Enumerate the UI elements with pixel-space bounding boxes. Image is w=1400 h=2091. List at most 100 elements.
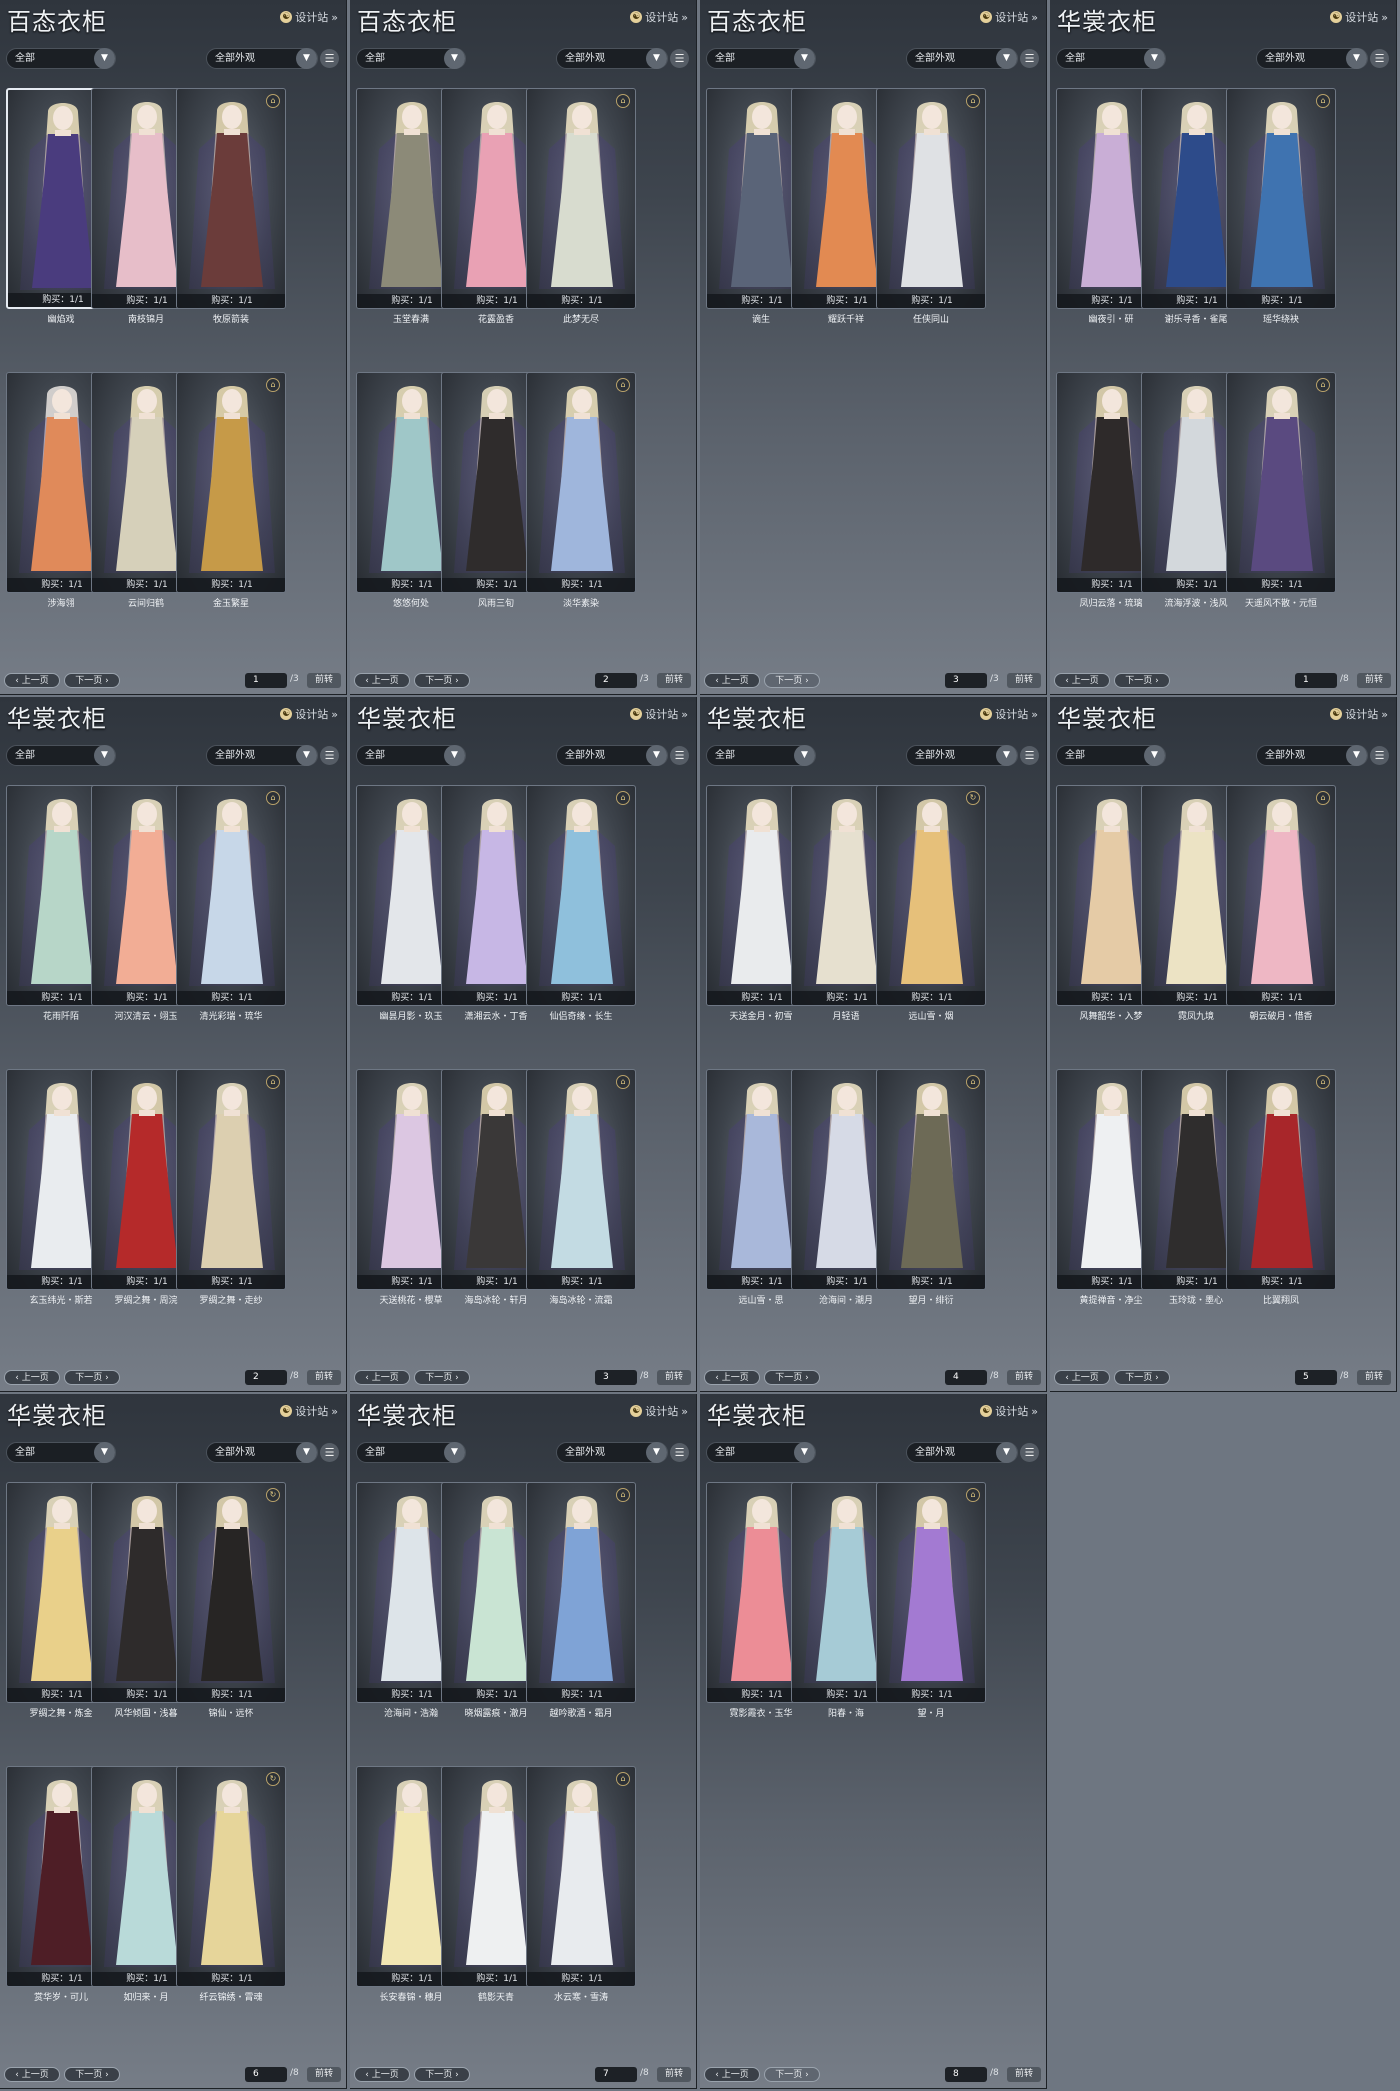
filter-icon[interactable]: ☰ <box>320 746 339 765</box>
design-station-link[interactable]: ☯ 设计站» <box>630 9 688 25</box>
outfit-card[interactable]: ⌂ 购买：1/1 金玉繁星 <box>176 372 286 609</box>
prev-page-button[interactable]: ‹ 上一页 <box>4 673 60 688</box>
design-station-link[interactable]: ☯ 设计站» <box>1330 706 1388 722</box>
lock-icon[interactable]: ⌂ <box>966 94 980 108</box>
appearance-dropdown[interactable]: 全部外观 ▼ <box>556 1442 668 1463</box>
outfit-card[interactable]: ⌂ 购买：1/1 望・月 <box>876 1482 986 1719</box>
lock-icon[interactable]: ⌂ <box>616 791 630 805</box>
prev-page-button[interactable]: ‹ 上一页 <box>704 1370 760 1385</box>
page-number-input[interactable]: 2 <box>245 1370 287 1385</box>
next-page-button[interactable]: 下一页 › <box>414 2067 470 2082</box>
filter-icon[interactable]: ☰ <box>1020 746 1039 765</box>
outfit-card[interactable]: ⌂ 购买：1/1 此梦无尽 <box>526 88 636 325</box>
filter-icon[interactable]: ☰ <box>1020 1443 1039 1462</box>
page-number-input[interactable]: 3 <box>595 1370 637 1385</box>
prev-page-button[interactable]: ‹ 上一页 <box>354 1370 410 1385</box>
category-dropdown[interactable]: 全部 ▼ <box>706 745 816 766</box>
prev-page-button[interactable]: ‹ 上一页 <box>1054 1370 1110 1385</box>
next-page-button[interactable]: 下一页 › <box>414 1370 470 1385</box>
lock-icon[interactable]: ⌂ <box>616 1488 630 1502</box>
outfit-card[interactable]: ↻ 购买：1/1 锦仙・远怀 <box>176 1482 286 1719</box>
page-number-input[interactable]: 3 <box>945 673 987 688</box>
outfit-card[interactable]: ⌂ 购买：1/1 海岛冰轮・流霜 <box>526 1069 636 1306</box>
lock-icon[interactable]: ⌂ <box>266 1075 280 1089</box>
category-dropdown[interactable]: 全部 ▼ <box>356 48 466 69</box>
next-page-button[interactable]: 下一页 › <box>414 673 470 688</box>
prev-page-button[interactable]: ‹ 上一页 <box>354 673 410 688</box>
outfit-card[interactable]: ↻ 购买：1/1 纤云锦绣・霄魂 <box>176 1766 286 2003</box>
category-dropdown[interactable]: 全部 ▼ <box>6 1442 116 1463</box>
category-dropdown[interactable]: 全部 ▼ <box>706 1442 816 1463</box>
outfit-card[interactable]: ⌂ 购买：1/1 任侠同山 <box>876 88 986 325</box>
lock-icon[interactable]: ⌂ <box>1316 378 1330 392</box>
next-page-button[interactable]: 下一页 › <box>64 2067 120 2082</box>
lock-icon[interactable]: ⌂ <box>616 94 630 108</box>
page-number-input[interactable]: 1 <box>1295 673 1337 688</box>
jump-button[interactable]: 前转 <box>307 673 341 688</box>
prev-page-button[interactable]: ‹ 上一页 <box>704 2067 760 2082</box>
design-station-link[interactable]: ☯ 设计站» <box>980 9 1038 25</box>
jump-button[interactable]: 前转 <box>657 1370 691 1385</box>
appearance-dropdown[interactable]: 全部外观 ▼ <box>1256 48 1368 69</box>
refresh-icon[interactable]: ↻ <box>266 1772 280 1786</box>
prev-page-button[interactable]: ‹ 上一页 <box>4 2067 60 2082</box>
filter-icon[interactable]: ☰ <box>320 49 339 68</box>
lock-icon[interactable]: ⌂ <box>966 1075 980 1089</box>
appearance-dropdown[interactable]: 全部外观 ▼ <box>906 745 1018 766</box>
design-station-link[interactable]: ☯ 设计站» <box>980 1403 1038 1419</box>
filter-icon[interactable]: ☰ <box>1020 49 1039 68</box>
category-dropdown[interactable]: 全部 ▼ <box>706 48 816 69</box>
lock-icon[interactable]: ⌂ <box>1316 791 1330 805</box>
filter-icon[interactable]: ☰ <box>1370 49 1389 68</box>
lock-icon[interactable]: ⌂ <box>616 1075 630 1089</box>
next-page-button[interactable]: 下一页 › <box>64 673 120 688</box>
lock-icon[interactable]: ⌂ <box>616 378 630 392</box>
category-dropdown[interactable]: 全部 ▼ <box>6 48 116 69</box>
design-station-link[interactable]: ☯ 设计站» <box>280 706 338 722</box>
appearance-dropdown[interactable]: 全部外观 ▼ <box>206 745 318 766</box>
jump-button[interactable]: 前转 <box>1007 2067 1041 2082</box>
design-station-link[interactable]: ☯ 设计站» <box>980 706 1038 722</box>
page-number-input[interactable]: 5 <box>1295 1370 1337 1385</box>
outfit-card[interactable]: ⌂ 购买：1/1 瑶华绕袂 <box>1226 88 1336 325</box>
page-number-input[interactable]: 7 <box>595 2067 637 2082</box>
category-dropdown[interactable]: 全部 ▼ <box>1056 745 1166 766</box>
jump-button[interactable]: 前转 <box>307 2067 341 2082</box>
outfit-card[interactable]: ⌂ 购买：1/1 越吟歌酒・霜月 <box>526 1482 636 1719</box>
design-station-link[interactable]: ☯ 设计站» <box>630 1403 688 1419</box>
lock-icon[interactable]: ⌂ <box>616 1772 630 1786</box>
lock-icon[interactable]: ⌂ <box>266 791 280 805</box>
category-dropdown[interactable]: 全部 ▼ <box>1056 48 1166 69</box>
next-page-button[interactable]: 下一页 › <box>764 2067 820 2082</box>
outfit-card[interactable]: ⌂ 购买：1/1 水云寒・雪涛 <box>526 1766 636 2003</box>
prev-page-button[interactable]: ‹ 上一页 <box>354 2067 410 2082</box>
filter-icon[interactable]: ☰ <box>320 1443 339 1462</box>
appearance-dropdown[interactable]: 全部外观 ▼ <box>206 48 318 69</box>
appearance-dropdown[interactable]: 全部外观 ▼ <box>1256 745 1368 766</box>
page-number-input[interactable]: 8 <box>945 2067 987 2082</box>
jump-button[interactable]: 前转 <box>657 673 691 688</box>
category-dropdown[interactable]: 全部 ▼ <box>356 1442 466 1463</box>
jump-button[interactable]: 前转 <box>1007 673 1041 688</box>
outfit-card[interactable]: ⌂ 购买：1/1 罗绸之舞・走纱 <box>176 1069 286 1306</box>
jump-button[interactable]: 前转 <box>1357 673 1391 688</box>
appearance-dropdown[interactable]: 全部外观 ▼ <box>906 1442 1018 1463</box>
page-number-input[interactable]: 2 <box>595 673 637 688</box>
outfit-card[interactable]: ⌂ 购买：1/1 牧原箭装 <box>176 88 286 325</box>
design-station-link[interactable]: ☯ 设计站» <box>1330 9 1388 25</box>
jump-button[interactable]: 前转 <box>1357 1370 1391 1385</box>
next-page-button[interactable]: 下一页 › <box>1114 1370 1170 1385</box>
outfit-card[interactable]: ⌂ 购买：1/1 仙侣奇缘・长生 <box>526 785 636 1022</box>
filter-icon[interactable]: ☰ <box>1370 746 1389 765</box>
lock-icon[interactable]: ⌂ <box>1316 94 1330 108</box>
outfit-card[interactable]: ↻ 购买：1/1 远山雪・烟 <box>876 785 986 1022</box>
lock-icon[interactable]: ⌂ <box>1316 1075 1330 1089</box>
category-dropdown[interactable]: 全部 ▼ <box>356 745 466 766</box>
outfit-card[interactable]: ⌂ 购买：1/1 比翼翔凤 <box>1226 1069 1336 1306</box>
jump-button[interactable]: 前转 <box>657 2067 691 2082</box>
outfit-card[interactable]: ⌂ 购买：1/1 淡华素染 <box>526 372 636 609</box>
appearance-dropdown[interactable]: 全部外观 ▼ <box>556 48 668 69</box>
category-dropdown[interactable]: 全部 ▼ <box>6 745 116 766</box>
outfit-card[interactable]: ⌂ 购买：1/1 望月・绯衍 <box>876 1069 986 1306</box>
outfit-card[interactable]: ⌂ 购买：1/1 天遥风不散・元恒 <box>1226 372 1336 609</box>
